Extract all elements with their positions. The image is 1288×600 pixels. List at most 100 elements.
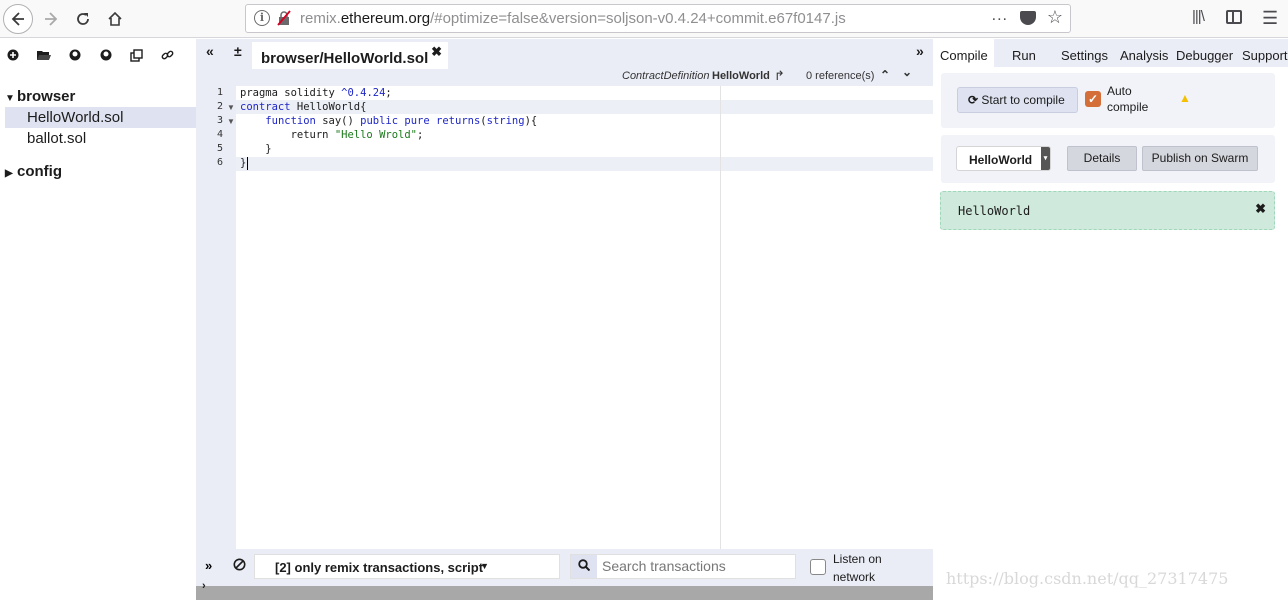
text-cursor — [247, 157, 248, 170]
home-icon[interactable] — [100, 4, 130, 34]
tab-run[interactable]: Run — [1012, 48, 1036, 63]
watermark: https://blog.csdn.net/qq_27317475 — [946, 569, 1229, 588]
collapse-left-icon[interactable]: « — [206, 43, 214, 59]
code-area[interactable] — [236, 86, 933, 549]
page-actions-icon[interactable]: ... — [992, 7, 1008, 25]
code-token: } — [240, 157, 247, 169]
code-token: contract — [240, 101, 291, 113]
code-line: contract HelloWorld{ — [240, 101, 366, 113]
compile-box: ⟳ Start to compile ✓ Auto compile ▲ — [941, 73, 1275, 128]
tab-debugger[interactable]: Debugger — [1176, 48, 1233, 63]
code-token: ; — [385, 87, 392, 99]
address-bar[interactable]: i remix.ethereum.org/#optimize=false&ver… — [245, 4, 1071, 33]
tab-helloworld[interactable]: browser/HelloWorld.sol ✖ — [252, 42, 448, 70]
close-result-icon[interactable]: ✖ — [1255, 201, 1266, 217]
browser-toolbar: i remix.ethereum.org/#optimize=false&ver… — [0, 0, 1288, 38]
forward-arrow-icon[interactable] — [36, 4, 66, 34]
info-icon[interactable]: i — [254, 10, 270, 26]
warning-icon: ▲ — [1179, 91, 1191, 105]
close-tab-icon[interactable]: ✖ — [431, 44, 442, 60]
tab-analysis[interactable]: Analysis — [1120, 48, 1168, 63]
code-line: pragma solidity ^0.4.24; — [240, 87, 392, 99]
code-token: function — [265, 115, 316, 127]
right-tabs: Compile Run Settings Analysis Debugger S… — [933, 39, 1288, 67]
code-token: ; — [417, 129, 424, 141]
new-file-icon[interactable] — [7, 49, 19, 64]
right-panel: Compile Run Settings Analysis Debugger S… — [933, 39, 1288, 600]
active-line-highlight — [236, 157, 933, 171]
folder-label: browser — [17, 88, 76, 105]
line-number: 2 — [216, 101, 223, 112]
code-token: ^0.4.24 — [341, 87, 386, 99]
compile-result: HelloWorld ✖ — [940, 191, 1275, 230]
filter-label: [2] only remix transactions, script — [275, 560, 484, 575]
start-compile-button[interactable]: ⟳ Start to compile — [957, 87, 1078, 113]
code-token: returns — [436, 115, 481, 127]
contract-select[interactable]: HelloWorld ▾ — [956, 146, 1051, 171]
link-icon[interactable] — [161, 49, 174, 65]
fold-arrow-icon[interactable]: ▼ — [227, 103, 235, 112]
code-line: } — [240, 143, 271, 155]
file-item-helloworld[interactable]: HelloWorld.sol — [5, 107, 196, 128]
caret-right-icon: ▶ — [5, 168, 13, 179]
code-token: "Hello Wrold" — [334, 129, 418, 141]
editor-tabs-bar: « ± browser/HelloWorld.sol ✖ » — [196, 39, 933, 70]
context-kind: ContractDefinition — [622, 70, 710, 82]
details-button[interactable]: Details — [1067, 146, 1137, 171]
auto-compile-checkbox[interactable]: ✓ — [1085, 91, 1101, 107]
publish-swarm-button[interactable]: Publish on Swarm — [1142, 146, 1258, 171]
context-name: HelloWorld — [712, 70, 770, 82]
library-icon[interactable]: |||\ — [1192, 8, 1205, 25]
sidebar-icon[interactable] — [1226, 10, 1242, 24]
copy-files-icon[interactable] — [130, 49, 143, 65]
line-number: 3 — [216, 115, 223, 126]
caret-down-icon: ▼ — [5, 93, 15, 104]
code-token: return — [240, 129, 335, 141]
contract-select-value: HelloWorld — [969, 153, 1033, 167]
refresh-icon: ⟳ — [968, 93, 979, 107]
bookmark-star-icon[interactable]: ☆ — [1047, 7, 1063, 28]
contract-box: HelloWorld ▾ Details Publish on Swarm — [941, 135, 1275, 183]
references-count: 0 reference(s) — [806, 70, 875, 82]
search-transactions[interactable] — [570, 554, 796, 579]
line-number: 5 — [216, 143, 223, 154]
minimize-terminal-icon[interactable]: » — [205, 558, 212, 573]
chevron-down-icon[interactable]: ⌄ — [902, 65, 912, 79]
line-number: 6 — [216, 157, 223, 168]
github-copy-icon[interactable] — [100, 49, 112, 64]
pocket-icon[interactable] — [1020, 11, 1036, 25]
search-input[interactable] — [602, 558, 792, 574]
terminal-output[interactable]: › — [196, 580, 933, 600]
file-toolbar — [5, 39, 196, 75]
listen-network-checkbox[interactable] — [810, 559, 826, 575]
folder-config[interactable]: ▶ config — [5, 163, 62, 180]
clear-console-icon[interactable] — [233, 558, 246, 576]
code-token: say() — [315, 115, 361, 127]
fold-arrow-icon[interactable]: ▼ — [227, 117, 235, 126]
open-folder-icon[interactable] — [37, 49, 51, 64]
line-number: 4 — [216, 129, 223, 140]
chevron-up-icon[interactable]: ⌃ — [880, 68, 890, 82]
result-contract-name: HelloWorld — [958, 204, 1031, 218]
github-gist-icon[interactable] — [69, 49, 81, 64]
line-number: 1 — [216, 87, 223, 98]
code-line: return "Hello Wrold"; — [240, 129, 424, 141]
context-bar: ContractDefinition HelloWorld ↱ 0 refere… — [196, 65, 933, 86]
code-token: ){ — [524, 115, 538, 127]
terminal-bar: » [2] only remix transactions, script ▼ … — [196, 549, 933, 586]
reload-icon[interactable] — [68, 4, 98, 34]
tab-compile[interactable]: Compile — [933, 39, 994, 67]
tab-support[interactable]: Support — [1242, 48, 1288, 63]
folder-browser[interactable]: ▼ browser — [5, 88, 75, 105]
goto-definition-icon[interactable]: ↱ — [774, 68, 785, 84]
print-margin — [720, 86, 721, 549]
auto-compile-label: Auto compile — [1107, 84, 1149, 114]
hamburger-menu-icon[interactable]: ☰ — [1262, 8, 1278, 29]
increase-font-icon[interactable]: ± — [234, 43, 242, 59]
transaction-filter-select[interactable]: [2] only remix transactions, script ▼ — [254, 554, 560, 579]
tab-settings[interactable]: Settings — [1061, 48, 1108, 63]
search-icon — [571, 555, 597, 578]
back-arrow-icon[interactable] — [3, 4, 33, 34]
collapse-right-icon[interactable]: » — [916, 43, 924, 59]
file-item-ballot[interactable]: ballot.sol — [5, 128, 196, 149]
